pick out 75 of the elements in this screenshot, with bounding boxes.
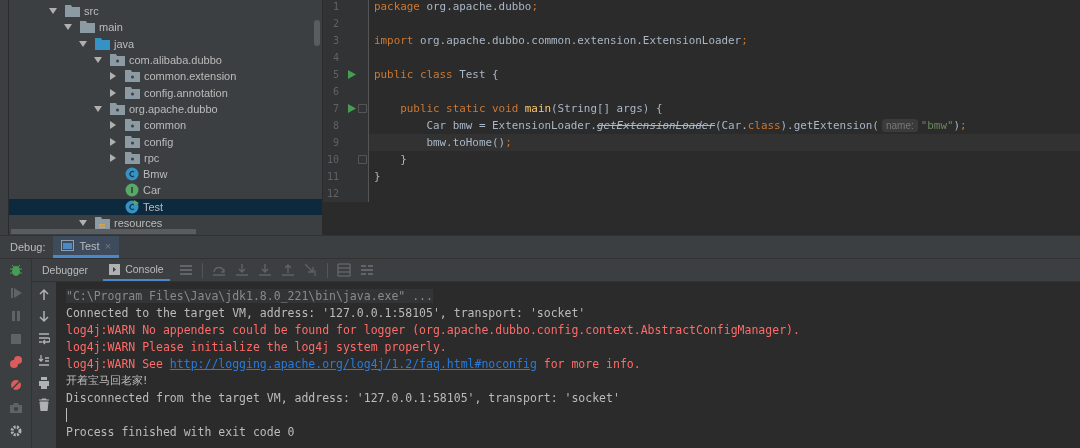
tree-item[interactable]: java [9, 35, 322, 52]
class-icon [125, 199, 139, 214]
folder-icon [65, 5, 80, 18]
run-icon[interactable] [348, 104, 356, 113]
tree-item[interactable]: config.annotation [9, 84, 322, 101]
run-icon[interactable] [348, 70, 356, 79]
session-tab[interactable]: Test × [53, 236, 120, 258]
console-line: log4j:WARN No appenders could be found for logger (org.apache.dubbo.config.context.AbstractConfigManager). [66, 322, 800, 337]
collapse-arrow-icon[interactable] [109, 121, 117, 130]
mute-icon[interactable] [8, 378, 23, 392]
package-icon [125, 119, 140, 132]
panel-title: Debug: [9, 240, 47, 255]
tree-item[interactable]: com.alibaba.dubbo [9, 51, 322, 69]
console-line: 开着宝马回老家! [66, 373, 148, 388]
console-line: Process finished with exit code 0 [66, 424, 295, 439]
code-line: import org.apache.dubbo.common.extension.ExtensionLoader; [374, 34, 748, 47]
code-line: public class Test { [374, 68, 499, 81]
package-icon [125, 86, 140, 99]
package-icon [110, 54, 125, 67]
tree-item[interactable]: common.extension [9, 68, 322, 85]
expand-arrow-icon[interactable] [79, 39, 87, 48]
code-line: Car bmw = ExtensionLoader.getExtensionLoader(Car.class).getExtension( name: "bmw"); [425, 119, 967, 132]
collapse-arrow-icon[interactable] [109, 137, 117, 146]
panel-tab[interactable]: Debugger [36, 259, 95, 281]
folder-icon [80, 21, 95, 34]
expand-arrow-icon[interactable] [94, 56, 102, 65]
expand-arrow-icon[interactable] [64, 23, 72, 32]
print-icon[interactable] [38, 376, 50, 389]
resources-folder-icon [95, 216, 110, 230]
tree-item[interactable]: rpc [9, 149, 322, 166]
tree-item[interactable]: Bmw [9, 165, 322, 183]
tree-item[interactable]: main [9, 19, 322, 36]
expand-arrow-icon[interactable] [49, 7, 57, 16]
package-icon [125, 70, 140, 83]
collapse-arrow-icon[interactable] [109, 72, 117, 81]
scroll-icon[interactable] [38, 354, 50, 367]
tree-item[interactable]: common [9, 117, 322, 134]
collapse-arrow-icon[interactable] [109, 88, 117, 97]
tree-item[interactable]: org.apache.dubbo [9, 100, 322, 118]
tree-item[interactable]: Test [9, 198, 322, 215]
scrollbar[interactable] [11, 229, 196, 234]
console-line: log4j:WARN Please initialize the log4j system properly. [66, 339, 447, 354]
tree-item[interactable]: config [9, 133, 322, 150]
package-icon [125, 135, 140, 148]
class-icon [125, 167, 139, 182]
tree-item[interactable]: resources [9, 214, 322, 232]
code-line: package org.apache.dubbo; [374, 0, 538, 13]
trash-icon[interactable] [38, 398, 50, 411]
breakpoints-icon[interactable] [8, 355, 23, 369]
settings-icon[interactable] [8, 424, 23, 438]
text-cursor [66, 407, 67, 422]
code-line: bmw.toHome(); [425, 136, 512, 149]
scrollbar[interactable] [314, 20, 320, 46]
up-icon[interactable] [38, 288, 50, 301]
code-line: } [399, 153, 407, 166]
expand-arrow-icon[interactable] [79, 219, 87, 227]
package-icon [110, 102, 125, 115]
console-icon [109, 263, 121, 275]
down-icon[interactable] [38, 310, 50, 323]
package-icon [125, 151, 140, 164]
folder-icon [95, 37, 110, 50]
interface-icon [125, 183, 139, 198]
console-line: log4j:WARN See http://logging.apache.org/log4j/1.2/faq.html#noconfig for more info. [66, 356, 641, 371]
tree-item[interactable]: Car [9, 182, 322, 199]
code-line: public static void main(String[] args) { [399, 102, 663, 115]
link[interactable]: http://logging.apache.org/log4j/1.2/faq.html#noconfig [169, 356, 537, 371]
console-line: Disconnected from the target VM, address: '127.0.0.1:58105', transport: 'socket' [66, 390, 620, 405]
bug-icon[interactable] [8, 263, 23, 277]
console-line: Connected to the target VM, address: '127.0.0.1:58105', transport: 'socket' [66, 305, 586, 320]
code-line: } [374, 170, 381, 183]
console-icon [61, 240, 75, 251]
expand-arrow-icon[interactable] [94, 104, 102, 113]
wrap-icon[interactable] [38, 332, 50, 345]
collapse-arrow-icon[interactable] [109, 153, 117, 162]
tree-item[interactable]: src [9, 3, 322, 20]
